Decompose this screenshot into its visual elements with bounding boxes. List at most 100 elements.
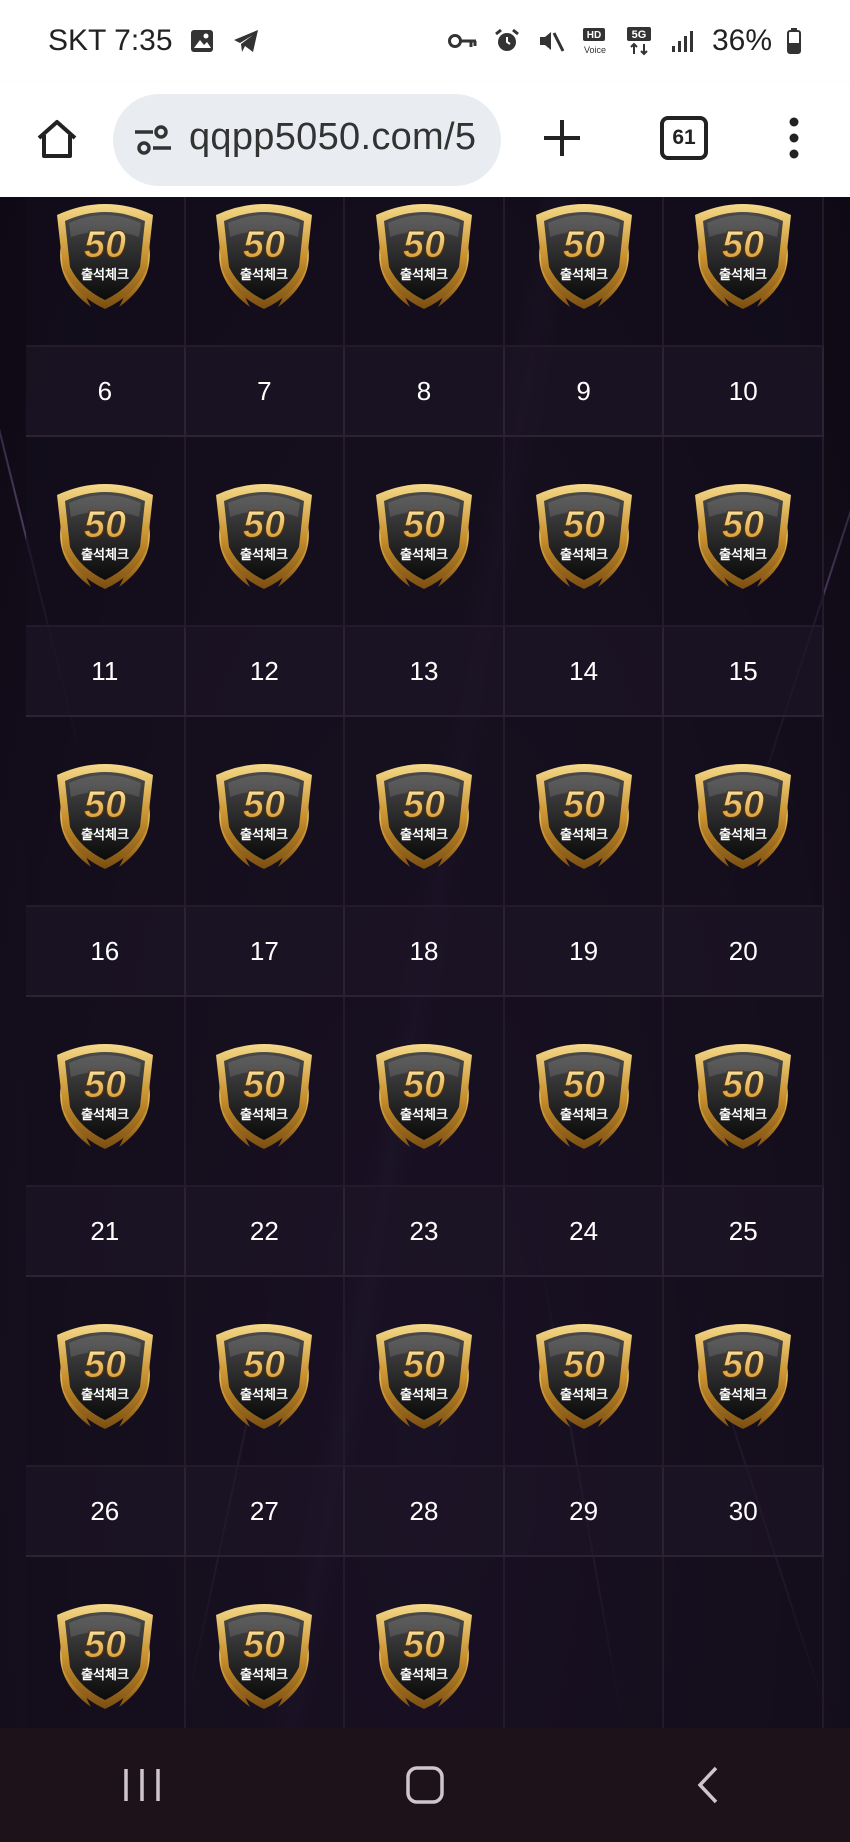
attendance-stamp-icon: 50출석체크 xyxy=(375,764,472,869)
svg-text:출석체크: 출석체크 xyxy=(560,1107,608,1123)
attendance-stamp-icon: 50출석체크 xyxy=(375,484,472,589)
day-number: 9 xyxy=(504,347,665,437)
day-number: 6 xyxy=(26,347,186,437)
attendance-stamp-icon: 50출석체크 xyxy=(375,1604,472,1709)
5g-icon: 5G xyxy=(624,26,654,56)
svg-text:출석체크: 출석체크 xyxy=(240,1667,288,1683)
home-button[interactable] xyxy=(26,108,88,170)
day-number: 23 xyxy=(345,1187,505,1277)
stamp-cell: 50 출석체크 xyxy=(26,437,186,627)
back-chevron-icon xyxy=(697,1766,718,1804)
svg-text:출석체크: 출석체크 xyxy=(81,827,129,843)
svg-text:출석체크: 출석체크 xyxy=(560,827,608,843)
stamp-cell: 50 출석체크 xyxy=(26,1277,186,1467)
svg-text:50: 50 xyxy=(562,1344,604,1386)
attendance-calendar: 50 출석체크 50 출석체크 50 출석체크 50 출석체크 50 출석체크 6 7 8 9 10 50 출석… xyxy=(26,197,824,1728)
address-bar[interactable]: qqpp5050.com/5 xyxy=(113,94,501,186)
svg-text:출석체크: 출석체크 xyxy=(240,547,288,563)
tab-switcher-button[interactable]: 61 xyxy=(654,108,714,168)
attendance-stamp-icon: 50출석체크 xyxy=(535,204,632,309)
svg-text:출석체크: 출석체크 xyxy=(81,267,129,283)
carrier-time: SKT 7:35 xyxy=(48,24,173,57)
attendance-stamp-icon: 50출석체크 xyxy=(535,484,632,589)
svg-text:50: 50 xyxy=(722,224,764,266)
attendance-stamp-icon: 50출석체크 xyxy=(216,1604,313,1709)
stamp-cell: 50 출석체크 xyxy=(345,717,505,907)
stamp-cell: 50 출석체크 xyxy=(664,717,824,907)
plus-icon xyxy=(544,120,580,156)
svg-text:50: 50 xyxy=(243,504,285,546)
stamp-cell: 50 출석체크 xyxy=(185,717,346,907)
stamp-cell: 50 출석체크 xyxy=(345,197,505,347)
attendance-stamp-icon: 50출석체크 xyxy=(375,1044,472,1149)
svg-text:출석체크: 출석체크 xyxy=(240,267,288,283)
day-number: 12 xyxy=(185,627,346,717)
back-button[interactable] xyxy=(668,1745,748,1825)
alarm-icon xyxy=(492,26,522,56)
svg-text:출석체크: 출석체크 xyxy=(400,267,448,283)
svg-text:출석체크: 출석체크 xyxy=(400,1667,448,1683)
attendance-stamp-icon: 50출석체크 xyxy=(56,764,153,869)
mute-icon xyxy=(536,26,566,56)
day-number: 30 xyxy=(664,1467,824,1557)
day-number: 17 xyxy=(185,907,346,997)
attendance-stamp-icon: 50출석체크 xyxy=(216,484,313,589)
svg-text:50: 50 xyxy=(403,784,445,826)
svg-text:50: 50 xyxy=(722,1344,764,1386)
svg-text:Voice: Voice xyxy=(584,45,606,55)
svg-text:출석체크: 출석체크 xyxy=(719,827,767,843)
signal-icon xyxy=(668,26,698,56)
stamp-cell: 50 출석체크 xyxy=(185,1277,346,1467)
attendance-stamp-icon: 50출석체크 xyxy=(375,204,472,309)
site-settings-icon[interactable] xyxy=(131,118,175,162)
new-tab-button[interactable] xyxy=(530,106,594,170)
svg-text:50: 50 xyxy=(722,784,764,826)
day-number: 24 xyxy=(504,1187,665,1277)
svg-text:출석체크: 출석체크 xyxy=(719,267,767,283)
svg-text:HD: HD xyxy=(587,30,601,41)
svg-text:출석체크: 출석체크 xyxy=(719,547,767,563)
attendance-stamp-icon: 50출석체크 xyxy=(535,764,632,869)
svg-text:50: 50 xyxy=(84,1624,126,1666)
attendance-stamp-icon: 50출석체크 xyxy=(216,204,313,309)
attendance-stamp-icon: 50출석체크 xyxy=(56,1604,153,1709)
svg-text:출석체크: 출석체크 xyxy=(560,267,608,283)
attendance-page[interactable]: 50 출석체크 50 출석체크 50 출석체크 50 출석체크 50 출석체크 6 7 8 9 10 50 출석… xyxy=(0,197,850,1728)
svg-text:50: 50 xyxy=(243,1064,285,1106)
attendance-stamp-icon: 50출석체크 xyxy=(56,484,153,589)
svg-text:50: 50 xyxy=(562,1064,604,1106)
attendance-stamp-icon: 50출석체크 xyxy=(56,1044,153,1149)
tab-count: 61 xyxy=(660,116,708,160)
telegram-icon xyxy=(231,26,261,56)
svg-text:출석체크: 출석체크 xyxy=(81,1667,129,1683)
home-square-icon xyxy=(406,1766,444,1804)
day-number: 11 xyxy=(26,627,186,717)
stamp-cell: 50 출석체크 xyxy=(504,1277,665,1467)
attendance-stamp-icon: 50출석체크 xyxy=(695,1324,792,1429)
attendance-stamp-icon: 50출석체크 xyxy=(216,1324,313,1429)
stamp-cell: 50 출석체크 xyxy=(185,437,346,627)
stamp-cell: 50 출석체크 xyxy=(504,437,665,627)
svg-text:출석체크: 출석체크 xyxy=(240,1387,288,1403)
stamp-cell: 50 출석체크 xyxy=(26,197,186,347)
attendance-stamp-icon: 50출석체크 xyxy=(695,1044,792,1149)
menu-button[interactable] xyxy=(770,106,818,170)
svg-text:출석체크: 출석체크 xyxy=(81,547,129,563)
svg-text:50: 50 xyxy=(403,1064,445,1106)
svg-text:출석체크: 출석체크 xyxy=(400,1387,448,1403)
recent-apps-button[interactable] xyxy=(102,1745,182,1825)
stamp-cell: 50 출석체크 xyxy=(504,197,665,347)
status-left: SKT 7:35 xyxy=(48,24,261,58)
day-number: 14 xyxy=(504,627,665,717)
svg-text:50: 50 xyxy=(84,224,126,266)
gallery-icon xyxy=(187,26,217,56)
svg-text:50: 50 xyxy=(84,1344,126,1386)
home-nav-button[interactable] xyxy=(385,1745,465,1825)
url-text[interactable]: qqpp5050.com/5 xyxy=(189,116,499,159)
svg-text:50: 50 xyxy=(84,504,126,546)
stamp-cell: 50 출석체크 xyxy=(26,997,186,1187)
attendance-stamp-icon: 50출석체크 xyxy=(695,204,792,309)
svg-text:출석체크: 출석체크 xyxy=(81,1387,129,1403)
attendance-stamp-icon: 50출석체크 xyxy=(375,1324,472,1429)
svg-text:50: 50 xyxy=(243,1624,285,1666)
